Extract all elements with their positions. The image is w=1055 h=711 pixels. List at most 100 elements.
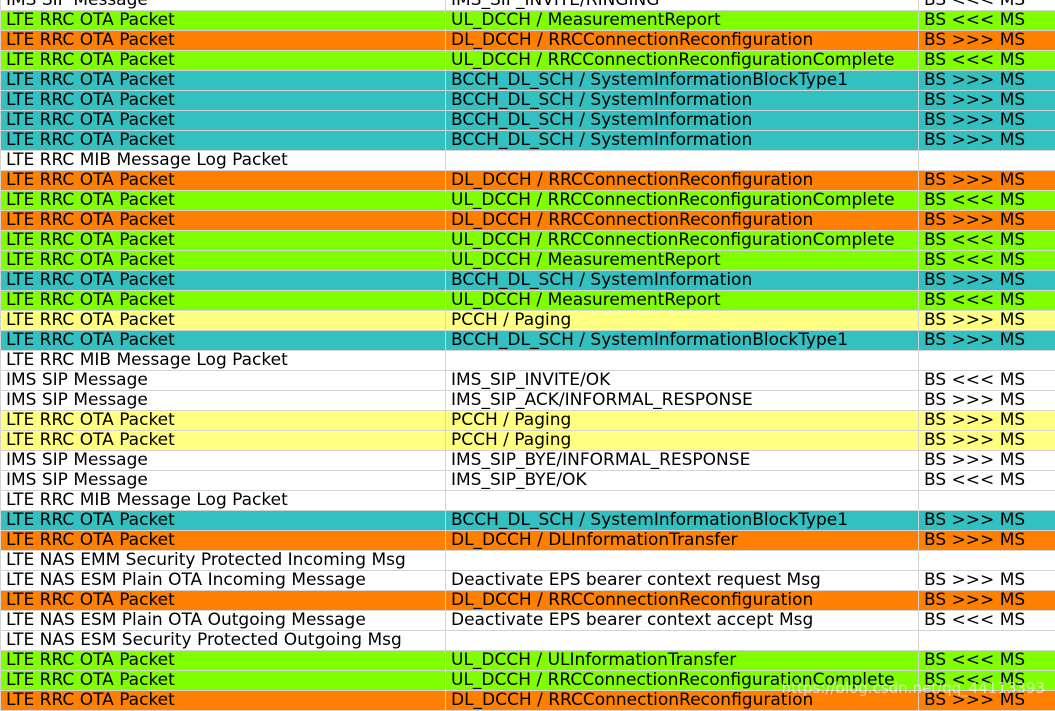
- direction-cell[interactable]: BS <<< MS: [919, 11, 1055, 31]
- table-row[interactable]: LTE RRC OTA PacketUL_DCCH / MeasurementR…: [1, 291, 1055, 311]
- direction-cell[interactable]: BS <<< MS: [919, 291, 1055, 311]
- direction-cell[interactable]: [919, 351, 1055, 371]
- direction-cell[interactable]: BS >>> MS: [919, 511, 1055, 531]
- direction-cell[interactable]: BS >>> MS: [919, 531, 1055, 551]
- table-row[interactable]: LTE RRC OTA PacketUL_DCCH / RRCConnectio…: [1, 231, 1055, 251]
- direction-cell[interactable]: BS >>> MS: [919, 71, 1055, 91]
- packet-type-cell[interactable]: LTE RRC OTA Packet: [1, 271, 446, 291]
- packet-type-cell[interactable]: LTE RRC OTA Packet: [1, 691, 446, 711]
- message-cell[interactable]: IMS_SIP_INVITE/RINGING: [446, 0, 919, 11]
- direction-cell[interactable]: BS >>> MS: [919, 591, 1055, 611]
- table-row[interactable]: LTE RRC OTA PacketBCCH_DL_SCH / SystemIn…: [1, 271, 1055, 291]
- message-cell[interactable]: UL_DCCH / MeasurementReport: [446, 251, 919, 271]
- direction-cell[interactable]: BS >>> MS: [919, 451, 1055, 471]
- direction-cell[interactable]: BS >>> MS: [919, 691, 1055, 711]
- table-row[interactable]: LTE RRC OTA PacketUL_DCCH / MeasurementR…: [1, 251, 1055, 271]
- packet-type-cell[interactable]: LTE NAS ESM Plain OTA Outgoing Message: [1, 611, 446, 631]
- message-cell[interactable]: [446, 551, 919, 571]
- direction-cell[interactable]: BS <<< MS: [919, 471, 1055, 491]
- table-row[interactable]: LTE RRC OTA PacketBCCH_DL_SCH / SystemIn…: [1, 71, 1055, 91]
- table-row[interactable]: LTE RRC OTA PacketUL_DCCH / MeasurementR…: [1, 11, 1055, 31]
- table-row[interactable]: LTE RRC OTA PacketDL_DCCH / RRCConnectio…: [1, 591, 1055, 611]
- table-row[interactable]: IMS SIP MessageIMS_SIP_BYE/INFORMAL_RESP…: [1, 451, 1055, 471]
- message-cell[interactable]: BCCH_DL_SCH / SystemInformationBlockType…: [446, 71, 919, 91]
- message-cell[interactable]: IMS_SIP_ACK/INFORMAL_RESPONSE: [446, 391, 919, 411]
- direction-cell[interactable]: BS >>> MS: [919, 131, 1055, 151]
- table-row[interactable]: LTE RRC OTA PacketDL_DCCH / DLInformatio…: [1, 531, 1055, 551]
- direction-cell[interactable]: BS >>> MS: [919, 31, 1055, 51]
- message-cell[interactable]: Deactivate EPS bearer context accept Msg: [446, 611, 919, 631]
- table-row[interactable]: LTE RRC OTA PacketBCCH_DL_SCH / SystemIn…: [1, 91, 1055, 111]
- message-cell[interactable]: BCCH_DL_SCH / SystemInformationBlockType…: [446, 331, 919, 351]
- table-row[interactable]: LTE RRC OTA PacketUL_DCCH / RRCConnectio…: [1, 191, 1055, 211]
- direction-cell[interactable]: BS >>> MS: [919, 411, 1055, 431]
- message-cell[interactable]: BCCH_DL_SCH / SystemInformationBlockType…: [446, 511, 919, 531]
- table-row[interactable]: LTE RRC OTA PacketDL_DCCH / RRCConnectio…: [1, 171, 1055, 191]
- packet-type-cell[interactable]: IMS SIP Message: [1, 391, 446, 411]
- packet-type-cell[interactable]: IMS SIP Message: [1, 471, 446, 491]
- message-cell[interactable]: DL_DCCH / RRCConnectionReconfiguration: [446, 691, 919, 711]
- packet-type-cell[interactable]: LTE RRC OTA Packet: [1, 511, 446, 531]
- message-cell[interactable]: IMS_SIP_BYE/OK: [446, 471, 919, 491]
- packet-type-cell[interactable]: LTE RRC OTA Packet: [1, 291, 446, 311]
- direction-cell[interactable]: BS <<< MS: [919, 671, 1055, 691]
- packet-type-cell[interactable]: LTE RRC OTA Packet: [1, 91, 446, 111]
- message-cell[interactable]: Deactivate EPS bearer context request Ms…: [446, 571, 919, 591]
- packet-type-cell[interactable]: LTE RRC OTA Packet: [1, 111, 446, 131]
- table-row[interactable]: LTE RRC OTA PacketDL_DCCH / RRCConnectio…: [1, 211, 1055, 231]
- packet-type-cell[interactable]: LTE RRC MIB Message Log Packet: [1, 351, 446, 371]
- direction-cell[interactable]: BS >>> MS: [919, 391, 1055, 411]
- packet-type-cell[interactable]: LTE RRC OTA Packet: [1, 171, 446, 191]
- message-cell[interactable]: [446, 151, 919, 171]
- packet-type-cell[interactable]: IMS SIP Message: [1, 451, 446, 471]
- table-row[interactable]: LTE RRC OTA PacketBCCH_DL_SCH / SystemIn…: [1, 511, 1055, 531]
- message-cell[interactable]: DL_DCCH / RRCConnectionReconfiguration: [446, 591, 919, 611]
- message-cell[interactable]: BCCH_DL_SCH / SystemInformation: [446, 111, 919, 131]
- packet-type-cell[interactable]: IMS SIP Message: [1, 371, 446, 391]
- packet-type-cell[interactable]: LTE RRC OTA Packet: [1, 71, 446, 91]
- table-row[interactable]: LTE RRC OTA PacketDL_DCCH / RRCConnectio…: [1, 691, 1055, 711]
- packet-type-cell[interactable]: LTE RRC OTA Packet: [1, 191, 446, 211]
- direction-cell[interactable]: BS >>> MS: [919, 171, 1055, 191]
- direction-cell[interactable]: BS >>> MS: [919, 311, 1055, 331]
- direction-cell[interactable]: BS <<< MS: [919, 51, 1055, 71]
- direction-cell[interactable]: BS <<< MS: [919, 611, 1055, 631]
- direction-cell[interactable]: BS <<< MS: [919, 251, 1055, 271]
- table-row[interactable]: LTE RRC MIB Message Log Packet: [1, 491, 1055, 511]
- table-row[interactable]: IMS SIP MessageIMS_SIP_INVITE/OKBS <<< M…: [1, 371, 1055, 391]
- packet-type-cell[interactable]: LTE RRC OTA Packet: [1, 51, 446, 71]
- packet-type-cell[interactable]: LTE NAS ESM Plain OTA Incoming Message: [1, 571, 446, 591]
- message-cell[interactable]: UL_DCCH / MeasurementReport: [446, 291, 919, 311]
- direction-cell[interactable]: BS >>> MS: [919, 431, 1055, 451]
- table-row[interactable]: IMS SIP MessageIMS_SIP_ACK/INFORMAL_RESP…: [1, 391, 1055, 411]
- packet-type-cell[interactable]: IMS SIP Message: [1, 0, 446, 11]
- direction-cell[interactable]: BS >>> MS: [919, 571, 1055, 591]
- message-cell[interactable]: BCCH_DL_SCH / SystemInformation: [446, 131, 919, 151]
- direction-cell[interactable]: BS >>> MS: [919, 331, 1055, 351]
- direction-cell[interactable]: BS <<< MS: [919, 0, 1055, 11]
- message-cell[interactable]: UL_DCCH / ULInformationTransfer: [446, 651, 919, 671]
- packet-type-cell[interactable]: LTE RRC OTA Packet: [1, 531, 446, 551]
- message-cell[interactable]: [446, 491, 919, 511]
- packet-type-cell[interactable]: LTE RRC OTA Packet: [1, 211, 446, 231]
- direction-cell[interactable]: [919, 551, 1055, 571]
- message-cell[interactable]: UL_DCCH / RRCConnectionReconfigurationCo…: [446, 51, 919, 71]
- table-row[interactable]: LTE RRC OTA PacketPCCH / PagingBS >>> MS: [1, 431, 1055, 451]
- message-cell[interactable]: UL_DCCH / RRCConnectionReconfigurationCo…: [446, 191, 919, 211]
- direction-cell[interactable]: [919, 491, 1055, 511]
- packet-type-cell[interactable]: LTE RRC OTA Packet: [1, 251, 446, 271]
- message-cell[interactable]: DL_DCCH / RRCConnectionReconfiguration: [446, 171, 919, 191]
- message-cell[interactable]: UL_DCCH / RRCConnectionReconfigurationCo…: [446, 671, 919, 691]
- table-row[interactable]: LTE RRC MIB Message Log Packet: [1, 351, 1055, 371]
- message-cell[interactable]: IMS_SIP_BYE/INFORMAL_RESPONSE: [446, 451, 919, 471]
- direction-cell[interactable]: BS <<< MS: [919, 651, 1055, 671]
- packet-type-cell[interactable]: LTE RRC OTA Packet: [1, 431, 446, 451]
- message-cell[interactable]: [446, 631, 919, 651]
- table-row[interactable]: LTE NAS EMM Security Protected Incoming …: [1, 551, 1055, 571]
- packet-type-cell[interactable]: LTE NAS ESM Security Protected Outgoing …: [1, 631, 446, 651]
- table-row[interactable]: IMS SIP MessageIMS_SIP_INVITE/RINGINGBS …: [1, 0, 1055, 11]
- message-cell[interactable]: DL_DCCH / RRCConnectionReconfiguration: [446, 211, 919, 231]
- table-row[interactable]: LTE RRC OTA PacketPCCH / PagingBS >>> MS: [1, 311, 1055, 331]
- packet-type-cell[interactable]: LTE NAS EMM Security Protected Incoming …: [1, 551, 446, 571]
- message-cell[interactable]: UL_DCCH / RRCConnectionReconfigurationCo…: [446, 231, 919, 251]
